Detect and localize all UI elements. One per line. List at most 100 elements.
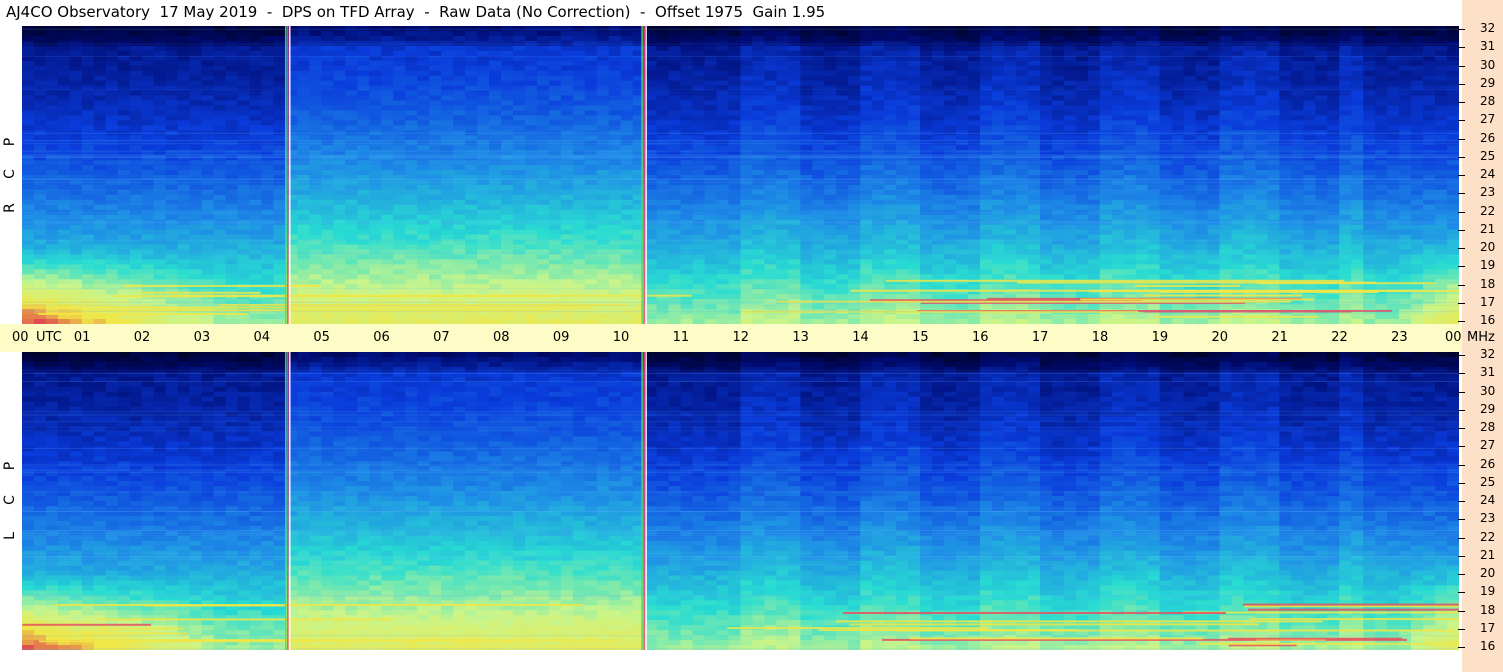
heatmap-cell [57,80,71,87]
heatmap-cell [477,90,490,97]
heatmap-cell [417,26,430,32]
heatmap-cell [417,229,430,236]
heatmap-cell [656,125,670,131]
heatmap-cell [608,274,622,280]
heatmap-cell [752,229,766,236]
heatmap-cell [1003,60,1017,67]
heatmap-cell [764,125,778,131]
heatmap-cell [309,145,322,151]
heatmap-cell [884,50,897,57]
heatmap-cell [656,75,670,82]
heatmap-cell [932,274,945,280]
heatmap-cell [848,95,861,102]
heatmap-cell [980,229,993,236]
heatmap-cell [345,229,358,236]
heatmap-cell [489,165,502,171]
heatmap-cell [309,100,322,107]
heatmap-cell [572,194,586,201]
heatmap-cell [345,115,358,121]
heatmap-cell [740,294,754,300]
heatmap-cell [680,274,694,280]
heatmap-cell [225,194,239,201]
heatmap-cell [1003,120,1017,126]
heatmap-cell [548,125,562,131]
heatmap-cell [968,30,981,37]
heatmap-cell [309,70,322,77]
heatmap-cell [453,100,466,107]
heatmap-cell [884,75,897,82]
heatmap-cell [417,75,430,82]
heatmap-cell [836,50,849,57]
heatmap-cell [477,65,490,72]
heatmap-cell [177,65,191,72]
heatmap-cell [848,229,861,236]
heatmap-cell [956,35,969,42]
heatmap-cell [357,145,370,151]
heatmap-cell [536,259,550,265]
heatmap-cell [321,194,334,201]
heatmap-cell [417,115,430,121]
heatmap-cell [896,224,909,231]
heatmap-cell [33,189,47,196]
heatmap-cell [429,279,442,285]
heatmap-cell [968,269,981,275]
heatmap-cell [896,125,909,131]
heatmap-cell [968,85,981,92]
heatmap-cell [453,110,466,116]
heatmap-cell [45,294,59,300]
heatmap-cell [45,214,59,221]
heatmap-cell [417,105,430,112]
heatmap-cell [968,294,981,300]
heatmap-cell [680,234,694,241]
heatmap-cell [333,70,346,77]
heatmap-cell [237,234,251,241]
heatmap-cell [309,120,322,126]
heatmap-cell [321,264,334,270]
heatmap-cell [105,234,119,241]
heatmap-cell [740,170,754,176]
heatmap-cell [405,26,418,32]
heatmap-cell [57,85,71,92]
heatmap-cell [201,100,215,107]
heatmap-cell [333,274,346,280]
heatmap-cell [991,249,1005,256]
heatmap-cell [740,70,754,77]
heatmap-cell [956,229,969,236]
heatmap-cell [680,249,694,256]
heatmap-cell [896,244,909,251]
heatmap-cell [297,90,310,97]
heatmap-cell [704,26,718,32]
heatmap-cell [33,165,47,171]
heatmap-cell [249,194,263,201]
heatmap-cell [369,279,382,285]
heatmap-cell [261,115,275,121]
heatmap-cell [357,80,370,87]
heatmap-cell [980,115,993,121]
heatmap-cell [93,90,107,97]
heatmap-cell [548,279,562,285]
heatmap-cell [381,35,394,42]
heatmap-cell [165,100,179,107]
heatmap-cell [477,30,490,37]
heatmap-cell [884,110,897,116]
heatmap-cell [297,45,310,52]
heatmap-cell [596,90,610,97]
heatmap-cell [357,95,370,102]
heatmap-cell [920,194,933,201]
heatmap-cell [920,120,933,126]
heatmap-cell [225,26,239,32]
heatmap-cell [465,60,478,67]
heatmap-cell [165,249,179,256]
heatmap-cell [896,105,909,112]
heatmap-cell [141,120,155,126]
heatmap-cell [297,314,310,320]
heatmap-cell [465,30,478,37]
heatmap-cell [668,60,682,67]
heatmap-cell [668,65,682,72]
heatmap-cell [333,264,346,270]
heatmap-cell [536,70,550,77]
heatmap-cell [932,60,945,67]
heatmap-cell [536,95,550,102]
heatmap-cell [81,294,95,300]
heatmap-cell [812,189,825,196]
